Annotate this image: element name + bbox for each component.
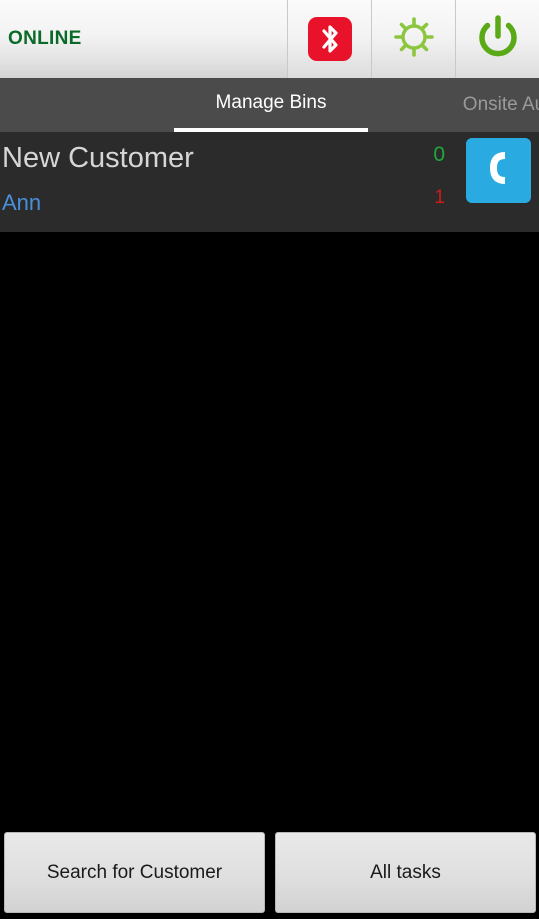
status-label: ONLINE [8,28,82,49]
bluetooth-icon [307,17,352,61]
tab-onsite-audit[interactable]: Onsite Au [404,78,539,132]
count-green: 0 [433,143,445,166]
search-for-customer-label: Search for Customer [46,861,223,883]
customer-name: New Customer [2,142,194,174]
power-icon [474,13,522,66]
bluetooth-button[interactable] [288,0,372,78]
customer-subtitle: Ann [2,190,42,215]
status-bar: ONLINE [0,0,539,78]
all-tasks-button[interactable]: All tasks [275,832,536,913]
phone-icon [479,148,519,193]
customer-list-item[interactable]: New Customer Ann 0 1 [0,132,539,232]
all-tasks-label: All tasks [370,861,441,883]
tab-manage-bins-label: Manage Bins [215,92,327,113]
search-for-customer-button[interactable]: Search for Customer [4,832,265,913]
power-button[interactable] [456,0,539,78]
main-content-area [0,232,539,830]
bottom-button-bar: Search for Customer All tasks [0,830,539,919]
settings-button[interactable] [372,0,456,78]
count-red: 1 [434,187,445,208]
phone-button[interactable] [466,138,531,203]
tab-manage-bins[interactable]: Manage Bins [174,78,368,132]
gear-icon [392,15,436,64]
tab-bar: Manage Bins Onsite Au [0,78,539,132]
tab-onsite-audit-label: Onsite Au [462,94,539,115]
connection-status: ONLINE [0,0,288,78]
